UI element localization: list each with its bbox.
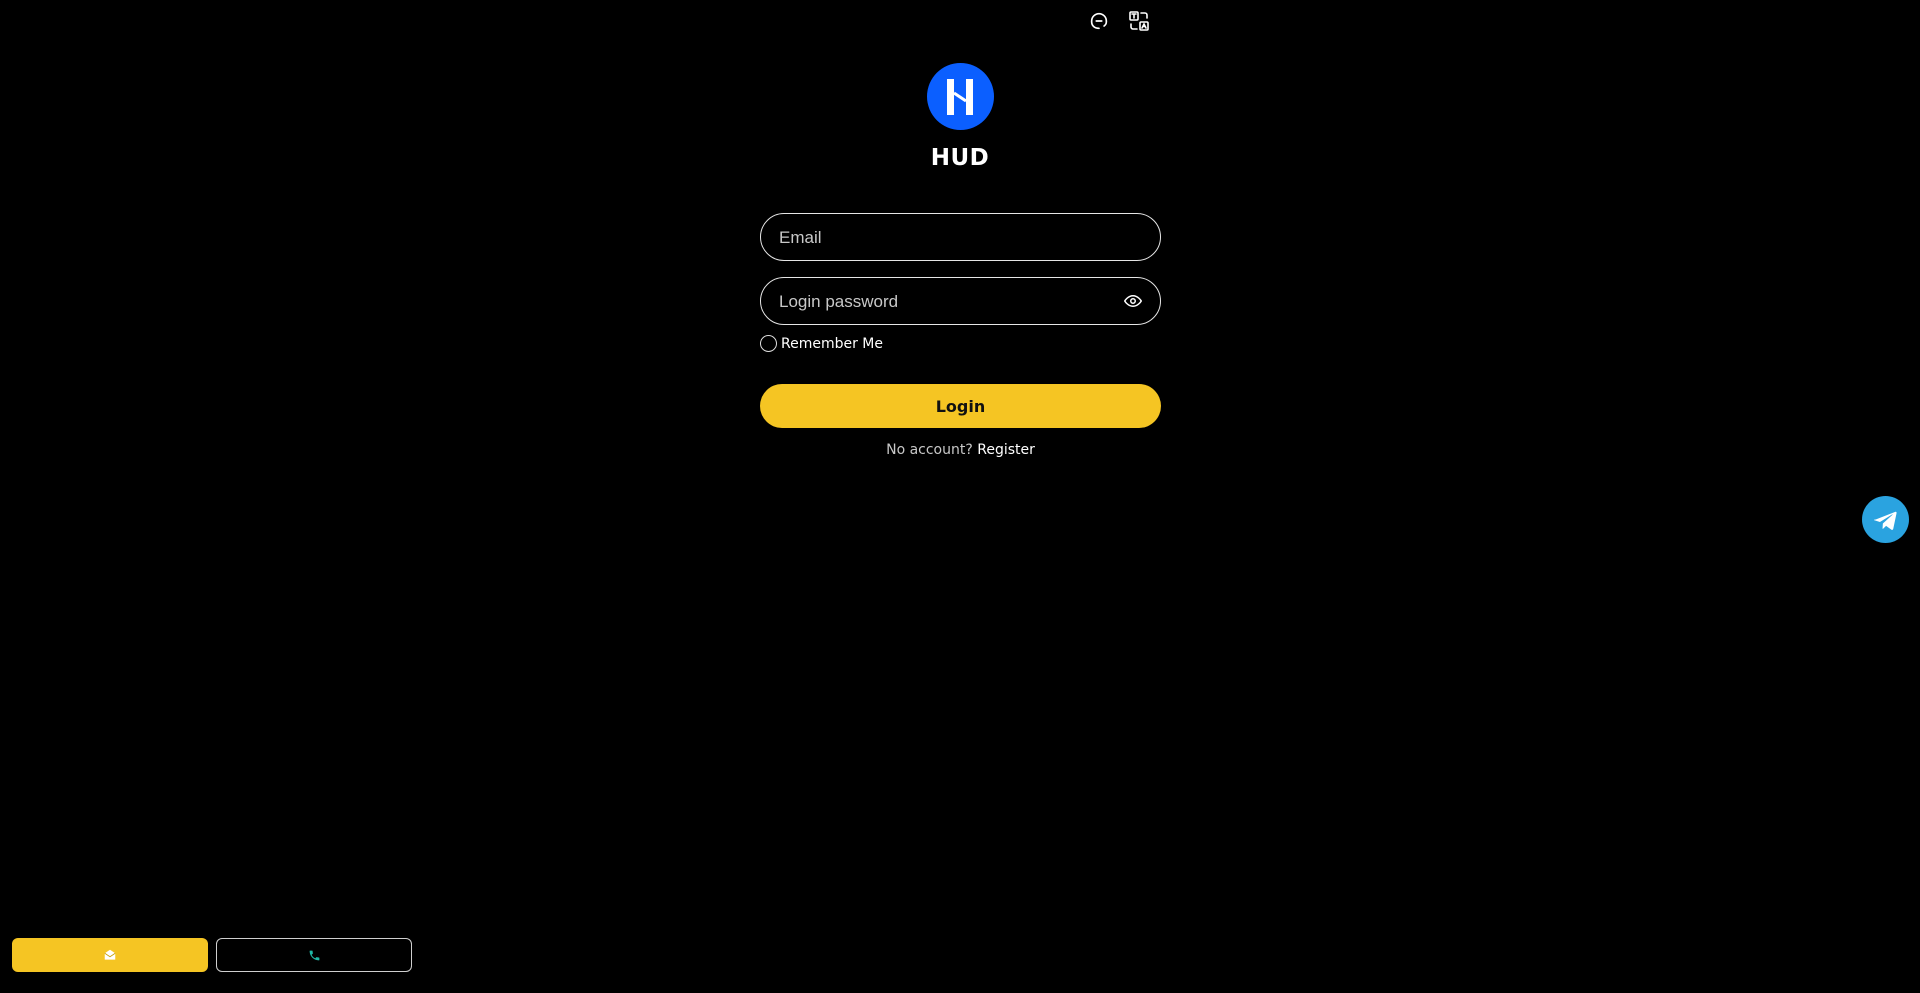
phone-button[interactable] bbox=[216, 938, 412, 972]
brand: HUD bbox=[0, 63, 1920, 171]
remember-me: Remember Me bbox=[760, 335, 1161, 352]
email-field-wrapper bbox=[760, 213, 1161, 261]
remember-me-radio[interactable] bbox=[760, 335, 777, 352]
logo-mark-icon bbox=[947, 78, 973, 115]
remember-me-label[interactable]: Remember Me bbox=[781, 336, 883, 352]
envelope-open-icon bbox=[104, 949, 116, 960]
brand-name: HUD bbox=[930, 145, 990, 171]
top-icons bbox=[1086, 8, 1152, 34]
headset-icon[interactable] bbox=[1086, 8, 1112, 34]
globe-translate-icon[interactable] bbox=[1126, 8, 1152, 34]
eye-icon[interactable] bbox=[1123, 292, 1143, 310]
password-field-wrapper bbox=[760, 277, 1161, 325]
email-field[interactable] bbox=[777, 214, 1121, 261]
mail-button[interactable] bbox=[12, 938, 208, 972]
login-button[interactable]: Login bbox=[760, 384, 1161, 428]
password-field[interactable] bbox=[777, 278, 1121, 325]
login-page: HUD Remember Me Login No account? Regist… bbox=[0, 0, 1920, 993]
login-form: Remember Me Login No account? Register bbox=[760, 213, 1161, 458]
no-account-text: No account? bbox=[886, 442, 973, 458]
bottom-bar bbox=[12, 938, 412, 972]
logo bbox=[926, 63, 994, 130]
register-row: No account? Register bbox=[760, 442, 1161, 458]
telegram-icon bbox=[1873, 511, 1897, 530]
phone-icon bbox=[309, 950, 319, 960]
telegram-button[interactable] bbox=[1862, 496, 1909, 543]
register-link[interactable]: Register bbox=[977, 442, 1035, 458]
